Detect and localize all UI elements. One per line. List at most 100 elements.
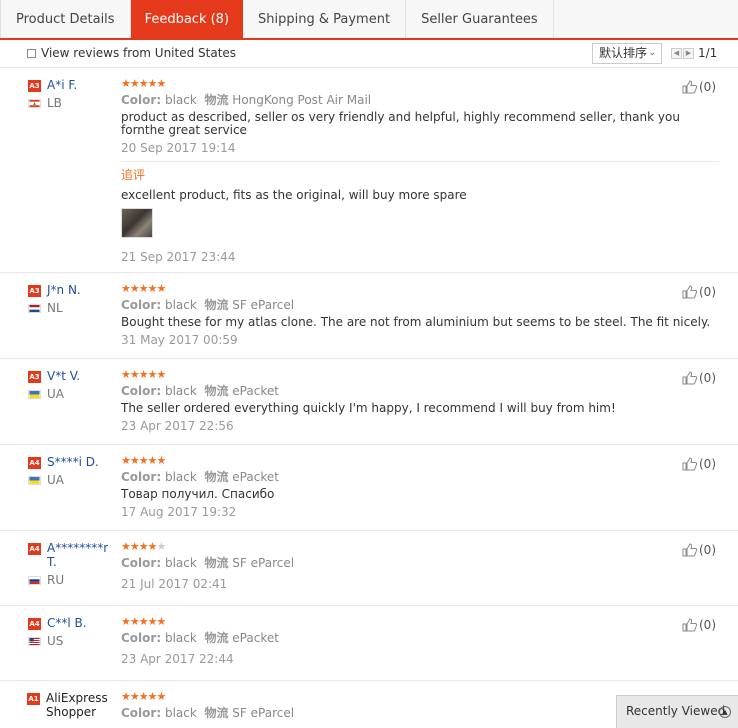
additional-feedback-date: 21 Sep 2017 23:44: [121, 250, 236, 264]
helpful-button[interactable]: (0): [682, 80, 716, 94]
review-item: A4 C**l B. US ★★★★★ Color: black 物流 ePac…: [0, 606, 738, 681]
buyer-level-badge: A3: [28, 80, 41, 92]
review-item: A3 A*i F. LB ★★★★★ Color: black 物流 HongK…: [0, 68, 738, 273]
star-rating: ★★★★★: [121, 615, 166, 628]
order-info: Color: black 物流 SF eParcel: [121, 556, 295, 570]
reviewer-info: A1 AliExpress Shopper: [27, 691, 115, 719]
sort-value: 默认排序: [599, 46, 648, 60]
review-content: ★★★★★ Color: black 物流 ePacket 23 Apr 201…: [121, 615, 719, 667]
thumbs-up-icon: [682, 457, 698, 471]
flag-nl-icon: [28, 303, 41, 313]
order-info: Color: black 物流 ePacket: [121, 384, 279, 398]
reviewer-country: US: [47, 634, 64, 648]
helpful-count: (0): [699, 618, 716, 632]
thumbs-up-icon: [682, 618, 698, 632]
reviewer-country: UA: [47, 387, 64, 401]
reviewer-name[interactable]: A********r T.: [47, 541, 115, 569]
reviewer-name[interactable]: V*t V.: [47, 369, 80, 383]
star-rating: ★★★★★: [121, 454, 166, 467]
filter-label: View reviews from United States: [41, 46, 237, 60]
recently-viewed-label: Recently Viewed: [626, 704, 726, 718]
star-rating: ★★★★★: [121, 540, 166, 553]
buyer-level-badge: A3: [28, 371, 41, 383]
tab-seller-guarantees[interactable]: Seller Guarantees: [406, 0, 554, 38]
helpful-count: (0): [699, 457, 716, 471]
helpful-button[interactable]: (0): [682, 457, 716, 471]
next-page-icon[interactable]: ▶: [683, 47, 694, 59]
helpful-button[interactable]: (0): [682, 543, 716, 557]
flag-ru-icon: [28, 575, 41, 585]
additional-feedback: 追评 excellent product, fits as the origin…: [121, 161, 719, 264]
prev-page-icon[interactable]: ◀: [671, 47, 682, 59]
helpful-button[interactable]: (0): [682, 285, 716, 299]
reviewer-info: A3 V*t V. UA: [28, 369, 116, 401]
reviewer-name[interactable]: A*i F.: [47, 78, 77, 92]
pagination: ◀ ▶ 1/1: [671, 47, 717, 59]
order-info: Color: black 物流 SF eParcel: [121, 298, 295, 312]
helpful-button[interactable]: (0): [682, 371, 716, 385]
star-rating: ★★★★★: [121, 282, 166, 295]
review-text: Товар получил. Спасибо: [121, 487, 275, 501]
reviewer-name[interactable]: J*n N.: [47, 283, 81, 297]
thumbs-up-icon: [682, 543, 698, 557]
reviewer-name: AliExpress Shopper: [46, 691, 108, 719]
recently-viewed-button[interactable]: Recently Viewed ▲: [616, 695, 738, 728]
buyer-level-badge: A3: [28, 285, 41, 297]
review-content: ★★★★★ Color: black 物流 SF eParcel 21 Jul …: [121, 540, 719, 592]
reviewer-info: A4 C**l B. US: [28, 616, 116, 648]
filter-checkbox[interactable]: [27, 48, 36, 58]
review-date: 20 Sep 2017 19:14: [121, 141, 236, 155]
chevron-up-icon: ▲: [719, 706, 731, 718]
reviewer-info: A4 A********r T. RU: [28, 541, 116, 587]
review-item: A3 J*n N. NL ★★★★★ Color: black 物流 SF eP…: [0, 273, 738, 359]
tab-shipping-payment[interactable]: Shipping & Payment: [243, 0, 407, 38]
buyer-level-badge: A4: [28, 618, 41, 630]
order-info: Color: black 物流 HongKong Post Air Mail: [121, 93, 372, 107]
reviewer-country: UA: [47, 473, 64, 487]
thumbs-up-icon: [682, 80, 698, 94]
review-photo-thumbnail[interactable]: [121, 208, 153, 238]
tab-product-details[interactable]: Product Details: [0, 0, 131, 38]
review-date: 21 Jul 2017 02:41: [121, 577, 228, 591]
review-content: ★★★★★ Color: black 物流 ePacket Товар полу…: [121, 454, 719, 520]
feedback-tabs: Product Details Feedback (8) Shipping & …: [0, 0, 738, 40]
reviewer-info: A3 J*n N. NL: [28, 283, 116, 315]
reviewer-name[interactable]: C**l B.: [47, 616, 87, 630]
reviewer-info: A3 A*i F. LB: [28, 78, 116, 110]
additional-feedback-text: excellent product, fits as the original,…: [121, 188, 467, 202]
additional-feedback-title: 追评: [121, 168, 146, 182]
reviewer-country: LB: [47, 96, 62, 110]
flag-ua-icon: [28, 389, 41, 399]
review-date: 23 Apr 2017 22:44: [121, 652, 234, 666]
review-content: ★★★★★ Color: black 物流 HongKong Post Air …: [121, 78, 719, 264]
thumbs-up-icon: [682, 371, 698, 385]
reviewer-country: RU: [47, 573, 65, 587]
review-text: product as described, seller os very fri…: [121, 110, 680, 137]
review-date: 17 Aug 2017 19:32: [121, 505, 237, 519]
review-item: A3 V*t V. UA ★★★★★ Color: black 物流 ePack…: [0, 359, 738, 445]
review-content: ★★★★★ Color: black 物流 ePacket The seller…: [121, 369, 719, 434]
helpful-count: (0): [699, 371, 716, 385]
flag-ua-icon: [28, 475, 41, 485]
reviewer-name[interactable]: S****i D.: [47, 455, 99, 469]
flag-us-icon: [28, 636, 41, 646]
country-filter[interactable]: View reviews from United States: [27, 46, 236, 60]
review-date: 23 Apr 2017 22:56: [121, 419, 234, 433]
reviewer-country: NL: [47, 301, 63, 315]
review-date: 31 May 2017 00:59: [121, 333, 238, 347]
order-info: Color: black 物流 ePacket: [121, 470, 279, 484]
review-text: The seller ordered everything quickly I'…: [121, 401, 616, 415]
review-item: A4 S****i D. UA ★★★★★ Color: black 物流 eP…: [0, 445, 738, 531]
flag-lb-icon: [28, 98, 41, 108]
buyer-level-badge: A4: [28, 543, 41, 555]
review-text: Bought these for my atlas clone. The are…: [121, 315, 711, 329]
tab-feedback[interactable]: Feedback (8): [130, 0, 244, 38]
star-rating: ★★★★★: [121, 77, 166, 90]
order-info: Color: black 物流 ePacket: [121, 631, 279, 645]
review-content: ★★★★★ Color: black 物流 SF eParcel Bought …: [121, 282, 719, 348]
review-item: A4 A********r T. RU ★★★★★ Color: black 物…: [0, 531, 738, 606]
sort-dropdown[interactable]: 默认排序 ⌄: [592, 43, 662, 64]
page-indicator: 1/1: [698, 46, 718, 60]
thumbs-up-icon: [682, 285, 698, 299]
helpful-button[interactable]: (0): [682, 618, 716, 632]
